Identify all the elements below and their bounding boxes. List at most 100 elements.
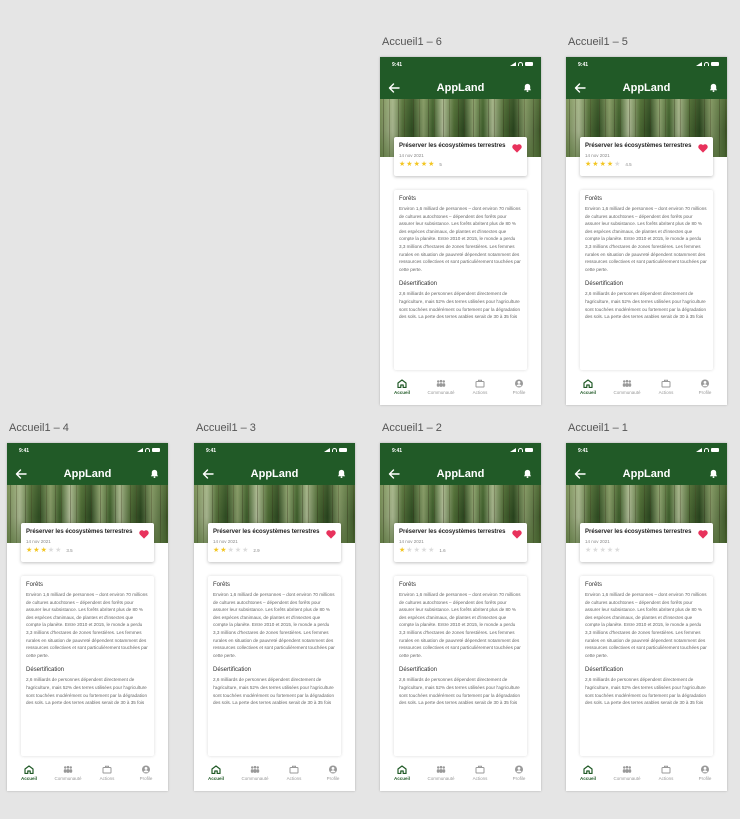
profile-icon bbox=[701, 379, 709, 388]
tab-accueil[interactable]: Accueil bbox=[11, 761, 47, 791]
star-icon[interactable]: ★ bbox=[399, 161, 405, 168]
star-icon[interactable]: ★ bbox=[600, 547, 606, 554]
section-text-desertification: 2,6 milliards de personnes dépendent dir… bbox=[585, 677, 707, 706]
star-icon[interactable]: ★ bbox=[399, 547, 405, 554]
star-icon[interactable]: ★ bbox=[213, 547, 219, 554]
star-icon[interactable]: ★ bbox=[26, 547, 32, 554]
star-icon[interactable]: ★ bbox=[607, 161, 613, 168]
star-rating[interactable]: ★ ★ ★ ★ ★ 1.6 bbox=[399, 547, 446, 554]
star-icon[interactable]: ★ bbox=[585, 161, 591, 168]
bell-icon[interactable] bbox=[523, 83, 532, 92]
star-rating[interactable]: ★ ★ ★ ★ ★ bbox=[585, 547, 620, 554]
star-icon[interactable]: ★ bbox=[592, 161, 598, 168]
section-heading-desertification: Désertification bbox=[213, 667, 252, 674]
heart-icon[interactable] bbox=[698, 144, 708, 153]
star-icon[interactable]: ★ bbox=[33, 547, 39, 554]
star-icon[interactable]: ★ bbox=[600, 161, 606, 168]
star-icon[interactable]: ★ bbox=[235, 547, 241, 554]
signal-icon bbox=[137, 448, 143, 452]
article-date: 14 nov 2021 bbox=[26, 539, 51, 544]
section-text-forets: Environ 1,6 milliard de personnes – dont… bbox=[399, 592, 521, 658]
star-icon[interactable]: ★ bbox=[614, 161, 620, 168]
tab-communaute[interactable]: Communauté bbox=[609, 761, 645, 791]
star-icon[interactable]: ★ bbox=[55, 547, 61, 554]
star-icon[interactable]: ★ bbox=[48, 547, 54, 554]
tab-label: Accueil bbox=[579, 776, 596, 781]
star-icon[interactable]: ★ bbox=[41, 547, 47, 554]
star-icon[interactable]: ★ bbox=[585, 547, 591, 554]
tab-profile[interactable]: Profile bbox=[501, 375, 537, 405]
tab-actions[interactable]: Actions bbox=[462, 375, 498, 405]
section-heading-desertification: Désertification bbox=[585, 281, 624, 288]
star-icon[interactable]: ★ bbox=[406, 161, 412, 168]
tab-profile[interactable]: Profile bbox=[687, 375, 723, 405]
tab-communaute[interactable]: Communauté bbox=[237, 761, 273, 791]
tab-profile[interactable]: Profile bbox=[128, 761, 164, 791]
bell-icon[interactable] bbox=[523, 469, 532, 478]
tab-actions[interactable]: Actions bbox=[648, 761, 684, 791]
tab-accueil[interactable]: Accueil bbox=[570, 375, 606, 405]
tab-accueil[interactable]: Accueil bbox=[384, 375, 420, 405]
tab-label: Actions bbox=[658, 776, 674, 781]
tab-accueil[interactable]: Accueil bbox=[198, 761, 234, 791]
home-icon bbox=[583, 765, 593, 774]
heart-icon[interactable] bbox=[512, 530, 522, 539]
star-rating[interactable]: ★ ★ ★ ★ ★ 2.9 bbox=[213, 547, 260, 554]
battery-icon bbox=[711, 62, 719, 66]
tab-actions[interactable]: Actions bbox=[89, 761, 125, 791]
star-icon[interactable]: ★ bbox=[607, 547, 613, 554]
article-title-card: Préserver les écosystèmes terrestres 14 … bbox=[394, 137, 527, 176]
bell-icon[interactable] bbox=[709, 83, 718, 92]
star-icon[interactable]: ★ bbox=[428, 547, 434, 554]
status-time: 9:41 bbox=[206, 448, 217, 454]
star-icon[interactable]: ★ bbox=[421, 547, 427, 554]
star-icon[interactable]: ★ bbox=[414, 547, 420, 554]
tab-profile[interactable]: Profile bbox=[315, 761, 351, 791]
app-header: 9:41 AppLand bbox=[380, 57, 541, 99]
bell-icon[interactable] bbox=[150, 469, 159, 478]
tab-label: Actions bbox=[472, 776, 488, 781]
star-icon[interactable]: ★ bbox=[220, 547, 226, 554]
star-icon[interactable]: ★ bbox=[406, 547, 412, 554]
star-icon[interactable]: ★ bbox=[592, 547, 598, 554]
section-text-desertification: 2,6 milliards de personnes dépendent dir… bbox=[585, 291, 707, 320]
phone-screen: 9:41 AppLand Préserver les écosystèmes t… bbox=[566, 57, 727, 405]
tab-profile[interactable]: Profile bbox=[687, 761, 723, 791]
app-title: AppLand bbox=[622, 82, 671, 94]
tab-communaute[interactable]: Communauté bbox=[50, 761, 86, 791]
bell-icon[interactable] bbox=[337, 469, 346, 478]
star-icon[interactable]: ★ bbox=[228, 547, 234, 554]
bottom-tab-bar: Accueil Communauté Actions Profile bbox=[380, 761, 541, 791]
tab-communaute[interactable]: Communauté bbox=[423, 375, 459, 405]
star-rating[interactable]: ★ ★ ★ ★ ★ 4.5 bbox=[585, 161, 632, 168]
star-rating[interactable]: ★ ★ ★ ★ ★ 5 bbox=[399, 161, 442, 168]
section-heading-forets: Forêts bbox=[213, 582, 231, 588]
heart-icon[interactable] bbox=[512, 144, 522, 153]
article-date: 14 nov 2021 bbox=[213, 539, 238, 544]
section-text-desertification: 2,6 milliards de personnes dépendent dir… bbox=[399, 677, 521, 706]
star-icon[interactable]: ★ bbox=[428, 161, 434, 168]
star-icon[interactable]: ★ bbox=[421, 161, 427, 168]
star-icon[interactable]: ★ bbox=[614, 547, 620, 554]
heart-icon[interactable] bbox=[698, 530, 708, 539]
profile-icon bbox=[515, 765, 523, 774]
community-icon bbox=[436, 765, 446, 773]
signal-icon bbox=[510, 448, 516, 452]
tab-accueil[interactable]: Accueil bbox=[384, 761, 420, 791]
tab-accueil[interactable]: Accueil bbox=[570, 761, 606, 791]
star-rating[interactable]: ★ ★ ★ ★ ★ 3.5 bbox=[26, 547, 73, 554]
tab-profile[interactable]: Profile bbox=[501, 761, 537, 791]
heart-icon[interactable] bbox=[139, 530, 149, 539]
tab-communaute[interactable]: Communauté bbox=[423, 761, 459, 791]
tab-actions[interactable]: Actions bbox=[276, 761, 312, 791]
tab-label: Accueil bbox=[393, 776, 410, 781]
star-icon[interactable]: ★ bbox=[242, 547, 248, 554]
star-icon[interactable]: ★ bbox=[414, 161, 420, 168]
article-content: Forêts Environ 1,6 milliard de personnes… bbox=[394, 190, 527, 370]
bell-icon[interactable] bbox=[709, 469, 718, 478]
tab-communaute[interactable]: Communauté bbox=[609, 375, 645, 405]
tab-actions[interactable]: Actions bbox=[462, 761, 498, 791]
signal-icon bbox=[324, 448, 330, 452]
heart-icon[interactable] bbox=[326, 530, 336, 539]
tab-actions[interactable]: Actions bbox=[648, 375, 684, 405]
